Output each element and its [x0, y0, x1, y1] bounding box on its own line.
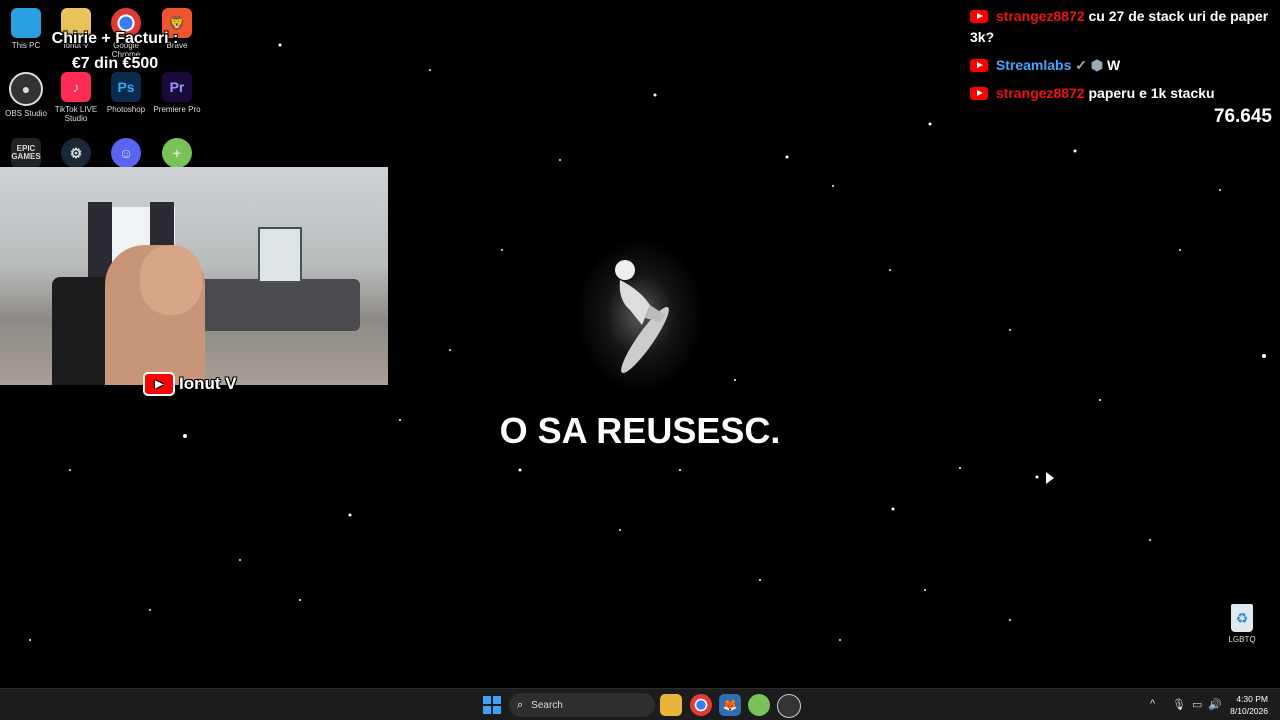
chat-message: Streamlabs ✓ ⬢ W [970, 55, 1270, 76]
donation-goal: Chirie + Facturi : €7 din €500 [30, 26, 200, 76]
youtube-icon [970, 10, 988, 23]
silver-surfer-art [570, 230, 710, 400]
desktop-icon-recycle-bin[interactable]: ♻ LGBTQ [1219, 604, 1265, 644]
obs-icon: ● [9, 72, 43, 106]
obs-icon[interactable] [777, 694, 801, 718]
clock-time: 4:30 PM [1236, 694, 1268, 704]
viewer-counter: 76.645 [1213, 106, 1272, 127]
network-icon[interactable]: ▭ [1192, 698, 1202, 711]
streamer-head [140, 245, 202, 315]
recycle-bin-icon: ♻ [1231, 604, 1253, 632]
youtube-icon [970, 59, 988, 72]
taskbar: ⌕ Search 🦊 ^ 🎙 ▭ 🔊 4:30 PM 8/10/2026 [0, 688, 1280, 720]
chat-overlay: strangez8872 cu 27 de stack uri de paper… [970, 6, 1270, 111]
chevron-up-icon[interactable]: ^ [1150, 698, 1155, 710]
chat-badges: ✓ ⬢ [1075, 57, 1104, 73]
chat-message: strangez8872 cu 27 de stack uri de paper… [970, 6, 1270, 48]
youtube-icon: ▶ [143, 372, 175, 396]
taskbar-search[interactable]: ⌕ Search [509, 693, 655, 717]
android-icon[interactable] [748, 694, 770, 716]
youtube-icon [970, 87, 988, 100]
microphone-icon[interactable]: 🎙 [1172, 698, 1186, 711]
desktop-icon-tiktok[interactable]: ♪ TikTok LIVE Studio [50, 72, 102, 123]
chat-username: strangez8872 [995, 85, 1085, 101]
brave-icon[interactable]: 🦊 [719, 694, 741, 716]
chrome-icon[interactable] [690, 694, 712, 716]
chat-text: paperu e 1k stacku [1088, 85, 1215, 101]
desktop-icon-photoshop[interactable]: Ps Photoshop [100, 72, 152, 114]
start-button[interactable] [483, 696, 501, 714]
android-icon: + [162, 138, 192, 168]
steam-icon: ⚙ [61, 138, 91, 168]
webcam-name-badge: ▶ Ionut V [143, 372, 237, 396]
file-explorer-icon[interactable] [660, 694, 682, 716]
surfer-figure [615, 260, 669, 374]
recycle-bin-label: LGBTQ [1228, 635, 1256, 644]
goal-title: Chirie + Facturi : [51, 30, 179, 47]
chat-username: strangez8872 [995, 8, 1085, 24]
motto-text: O SA REUSESC. [499, 410, 781, 451]
chat-username: Streamlabs [995, 57, 1072, 73]
desktop-icon-label: TikTok LIVE Studio [54, 105, 98, 123]
premiere-icon: Pr [162, 72, 192, 102]
system-clock[interactable]: 4:30 PM 8/10/2026 [1230, 693, 1268, 717]
desktop-icon-premiere[interactable]: Pr Premiere Pro [151, 72, 203, 114]
epic-games-label: EPIC GAMES [11, 144, 41, 161]
mouse-cursor-icon [1046, 472, 1054, 484]
wall-frame [258, 227, 302, 283]
webcam-name: Ionut V [179, 374, 237, 393]
photoshop-icon: Ps [111, 72, 141, 102]
desktop-icon-obs[interactable]: ● OBS Studio [0, 72, 52, 118]
chat-text: W [1107, 57, 1121, 73]
chat-message: strangez8872 paperu e 1k stacku [970, 83, 1270, 104]
desktop-icon-label: Photoshop [106, 105, 146, 114]
discord-icon: ☺ [111, 138, 141, 168]
volume-icon[interactable]: 🔊 [1208, 698, 1222, 711]
epic-games-icon: EPIC GAMES [11, 138, 41, 168]
desktop-icon-label: Premiere Pro [153, 105, 201, 114]
tiktok-icon: ♪ [61, 72, 91, 102]
clock-date: 8/10/2026 [1230, 706, 1268, 716]
webcam-feed [0, 167, 388, 385]
search-icon: ⌕ [517, 698, 524, 711]
desktop-icon-label: OBS Studio [5, 109, 47, 118]
search-placeholder: Search [531, 699, 563, 711]
